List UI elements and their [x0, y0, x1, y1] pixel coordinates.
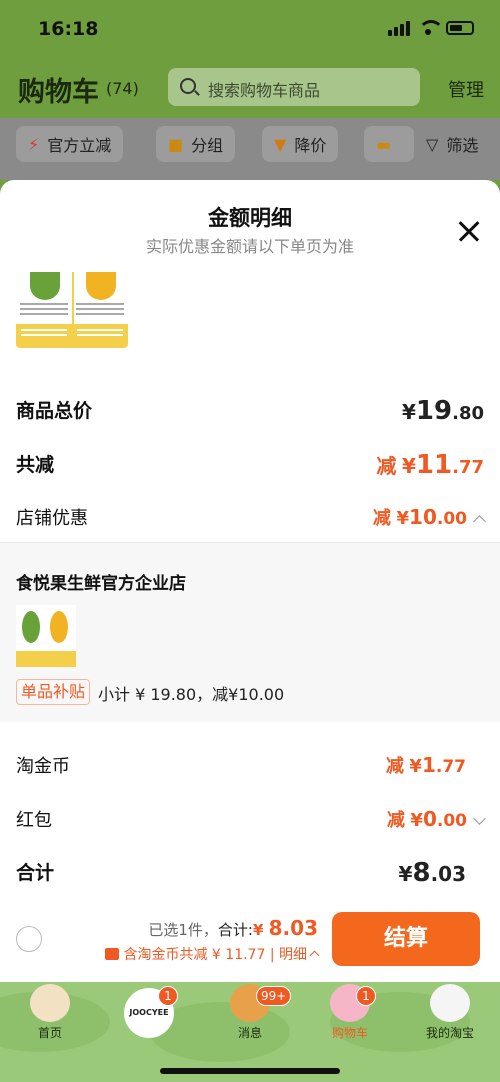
cart-badge: 1: [356, 986, 376, 1006]
manage-button[interactable]: 管理: [448, 76, 484, 102]
cart-count: (74): [106, 79, 139, 98]
filter-chip-official-discount[interactable]: ⚡ 官方立减: [16, 126, 124, 162]
hongbao-value: 减 ¥0.00: [387, 806, 486, 832]
status-bar: 16:18: [0, 0, 500, 60]
checkout-bar: 已选1件，合计:¥ 8.03 含淘金币共减 ¥ 11.77 | 明细 结算: [0, 902, 500, 982]
total-reduce-row: 共减 减 ¥11.77: [16, 450, 484, 484]
tab-cart[interactable]: 1 购物车: [310, 982, 390, 1052]
bottom-tab-bar: 首页 JOOCYEE 1 99+ 消息 1 购物车 我的淘宝: [0, 982, 500, 1082]
sheet-subtitle: 实际优惠金额请以下单页为准: [145, 237, 354, 256]
goods-total-label: 商品总价: [16, 400, 93, 422]
home-indicator: [160, 1068, 340, 1074]
filter-chip-group[interactable]: ■ 分组: [156, 126, 236, 162]
status-icons: [388, 20, 474, 36]
sheet-title: 金额明细: [208, 206, 292, 230]
joocyee-badge-wrap: 1: [120, 982, 200, 1052]
tab-my-taobao[interactable]: 我的淘宝: [410, 982, 490, 1052]
sum-row: 合计 ¥8.03: [16, 858, 484, 892]
hongbao-label: 红包: [16, 810, 52, 831]
checkout-button[interactable]: 结算: [332, 912, 480, 966]
search-input[interactable]: 搜索购物车商品: [168, 68, 420, 106]
close-icon[interactable]: [458, 220, 480, 242]
price-drop-icon: ▼: [274, 134, 287, 154]
taojinbi-value: 减 ¥1.77: [385, 753, 466, 777]
store-discount-detail: 食悦果生鲜官方企业店 单品补贴 小计 ¥ 19.80，减¥10.00: [0, 542, 500, 722]
total-reduce-value: 减 ¥11.77: [376, 450, 484, 480]
shop-subtotal: 小计 ¥ 19.80，减¥10.00: [98, 685, 285, 704]
filter-button[interactable]: ▽ 筛选: [414, 126, 490, 162]
battery-icon: [446, 21, 474, 35]
wifi-icon: [418, 20, 444, 36]
chevron-down-icon: [473, 812, 486, 825]
tab-messages[interactable]: 99+ 消息: [210, 982, 292, 1052]
taojinbi-row: 淘金币 减 ¥1.77: [16, 752, 484, 782]
store-discount-row[interactable]: 店铺优惠 减 ¥10.00: [16, 504, 486, 534]
goods-total-value: ¥19.80: [402, 396, 484, 426]
folder-icon: ■: [168, 134, 184, 154]
tab-home[interactable]: 首页: [10, 982, 90, 1052]
filter-bar: ⚡ 官方立减 ■ 分组 ▼ 降价 ▬ ▽ 筛选: [0, 118, 500, 180]
selected-summary: 已选1件，合计:¥ 8.03: [148, 916, 318, 940]
lightning-icon: ⚡: [28, 134, 40, 154]
messages-badge: 99+: [256, 986, 292, 1006]
page-title: 购物车: [18, 77, 99, 108]
filter-chip-price-drop[interactable]: ▼ 降价: [262, 126, 339, 162]
total-reduce-label: 共减: [16, 454, 55, 476]
search-placeholder: 搜索购物车商品: [208, 81, 321, 100]
product-thumbnail[interactable]: [16, 272, 128, 348]
hongbao-row[interactable]: 红包 减 ¥0.00: [16, 806, 486, 836]
goods-total-row: 商品总价 ¥19.80: [16, 396, 484, 430]
store-discount-label: 店铺优惠: [16, 508, 88, 529]
amount-detail-sheet: 金额明细 实际优惠金额请以下单页为准 商品总价 ¥19.80 共减 减 ¥11.…: [0, 180, 500, 982]
taojinbi-label: 淘金币: [16, 756, 70, 777]
shop-name: 食悦果生鲜官方企业店: [16, 574, 186, 594]
filter-chip-cart[interactable]: ▬: [364, 126, 414, 162]
subsidy-badge: 单品补贴: [16, 679, 91, 705]
coin-detail-link[interactable]: 含淘金币共减 ¥ 11.77 | 明细: [105, 944, 320, 964]
product-thumbnail-small: [16, 605, 76, 667]
cart-header: 购物车 (74) 搜索购物车商品 管理: [0, 62, 500, 112]
cellular-signal-icon: [388, 20, 410, 36]
coin-icon: [105, 948, 120, 960]
profile-mascot-icon: [430, 984, 470, 1022]
sum-value: ¥8.03: [398, 858, 466, 888]
joocyee-badge: 1: [158, 986, 178, 1006]
store-discount-value: 减 ¥10.00: [373, 504, 486, 530]
search-icon: [180, 78, 196, 94]
sum-label: 合计: [16, 862, 55, 884]
chevron-up-icon: [309, 950, 320, 961]
chevron-up-icon: [473, 515, 486, 528]
cart-icon: ▬: [376, 134, 392, 154]
select-all-checkbox[interactable]: [16, 926, 42, 952]
home-mascot-icon: [30, 984, 70, 1022]
filter-icon: ▽: [426, 134, 439, 154]
status-time: 16:18: [38, 18, 99, 40]
